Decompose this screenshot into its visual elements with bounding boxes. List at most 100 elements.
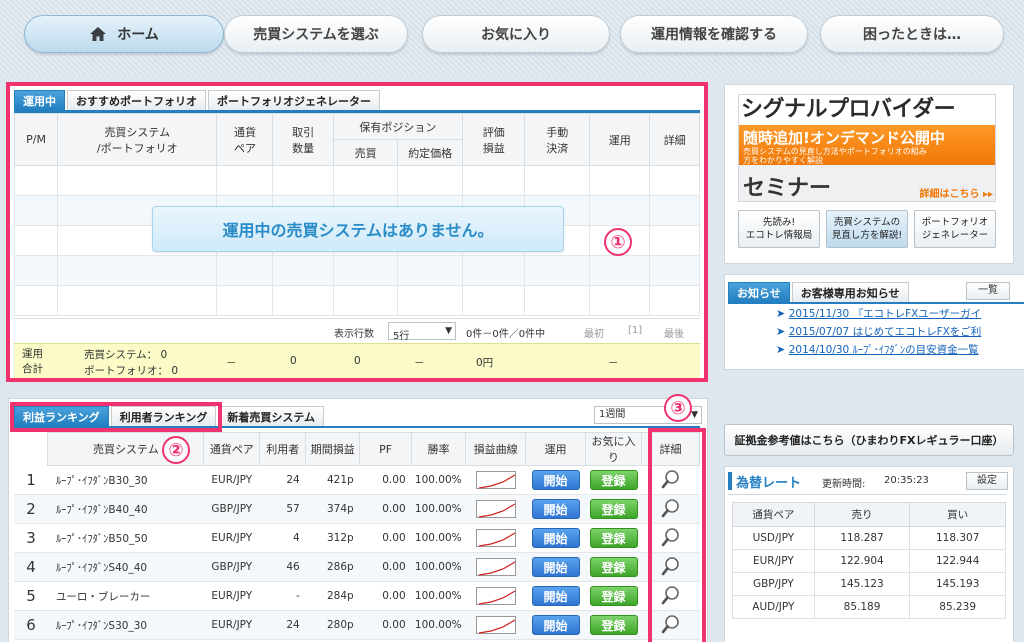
- profit-curve-thumbnail[interactable]: [475, 471, 516, 489]
- dropdown-arrow-icon: ▼: [691, 410, 698, 420]
- users-cell: 24: [259, 465, 306, 495]
- fx-buy: 118.307: [909, 526, 1006, 550]
- banner-sub1: 随時追加!オンデマンド公開中: [743, 129, 945, 147]
- operate-cell: 開始: [525, 465, 586, 495]
- winrate-cell: 100.00%: [411, 581, 466, 611]
- news-item[interactable]: ➤ 2015/07/07 はじめてエコトレFXをご利: [776, 324, 1024, 342]
- profit-curve-thumbnail[interactable]: [475, 558, 516, 576]
- magnifier-icon[interactable]: [661, 469, 681, 492]
- totals-label: 運用 合計: [22, 348, 43, 375]
- magnifier-icon[interactable]: [661, 614, 681, 637]
- tab-user-ranking[interactable]: 利用者ランキング: [110, 406, 217, 426]
- start-button[interactable]: 開始: [531, 557, 580, 577]
- magnifier-icon[interactable]: [661, 527, 681, 550]
- profit-curve-thumbnail[interactable]: [475, 500, 516, 518]
- favorite-cell: 登録: [585, 465, 642, 495]
- profit-curve-thumbnail[interactable]: [475, 587, 516, 605]
- register-favorite-button[interactable]: 登録: [589, 557, 638, 577]
- nav-info-label: 運用情報を確認する: [651, 27, 777, 43]
- magnifier-icon[interactable]: [661, 498, 681, 521]
- rank-col-win: 勝率: [411, 432, 467, 466]
- tab-notices[interactable]: お知らせ: [728, 282, 790, 302]
- start-button[interactable]: 開始: [531, 528, 580, 548]
- profit-curve-thumbnail[interactable]: [475, 616, 516, 634]
- system-name-link[interactable]: ﾙｰﾌﾟ･ｲﾌﾀﾞﾝB40_40: [47, 494, 204, 524]
- nav-help-button[interactable]: 困ったときは…: [820, 15, 1004, 53]
- register-favorite-button[interactable]: 登録: [589, 470, 638, 490]
- system-name-link[interactable]: ﾙｰﾌﾟ･ｲﾌﾀﾞﾝS40_40: [47, 552, 204, 582]
- tab-customer-notices[interactable]: お客様専用お知らせ: [791, 282, 909, 302]
- dropdown-arrow-icon: ▼: [445, 326, 452, 336]
- operate-cell: 開始: [525, 581, 586, 611]
- fx-settings-button[interactable]: 設定: [966, 472, 1008, 490]
- register-favorite-button[interactable]: 登録: [589, 499, 638, 519]
- totals-rest: －: [608, 357, 619, 369]
- operate-cell: 開始: [525, 552, 586, 582]
- news-item[interactable]: ➤ 2015/11/30 『エコトレFXユーザーガイ: [776, 306, 1024, 324]
- system-name-link[interactable]: ﾙｰﾌﾟ･ｲﾌﾀﾞﾝB30_30: [47, 465, 204, 495]
- pf-cell: 0.00: [359, 610, 412, 640]
- annotation-2: ②: [162, 436, 190, 464]
- arrow-right-icon: ➤: [776, 307, 789, 320]
- fx-row: USD/JPY 118.287 118.307: [732, 526, 1006, 550]
- users-cell: 46: [259, 552, 306, 582]
- review-guide-button[interactable]: 売買システムの 見直し方を解説!: [826, 210, 908, 248]
- start-button[interactable]: 開始: [531, 470, 580, 490]
- magnifier-icon[interactable]: [661, 585, 681, 608]
- tab-running[interactable]: 運用中: [14, 90, 65, 110]
- table-row: 4 ﾙｰﾌﾟ･ｲﾌﾀﾞﾝS40_40 GBP/JPY 46 286p 0.00 100.00…: [14, 552, 700, 582]
- curve-cell: [465, 465, 526, 495]
- ecotre-info-button[interactable]: 先読み! エコトレ情報局: [738, 210, 820, 248]
- result-count: 0件－0件／0件中: [466, 329, 546, 340]
- pair-cell: GBP/JPY: [203, 494, 260, 524]
- tab-recommended-portfolio[interactable]: おすすめポートフォリオ: [67, 90, 206, 110]
- col-operate: 運用: [589, 113, 651, 166]
- pager-first[interactable]: 最初: [584, 325, 604, 340]
- pager-last[interactable]: 最後: [664, 325, 684, 340]
- pf-cell: 0.00: [359, 465, 412, 495]
- totals-row: 運用 合計 売買システム： 0 ポートフォリオ： 0 － 0 0 － 0円 －: [14, 343, 700, 379]
- start-button[interactable]: 開始: [531, 499, 580, 519]
- magnifier-icon[interactable]: [661, 556, 681, 579]
- system-name-link[interactable]: ﾙｰﾌﾟ･ｲﾌﾀﾞﾝB50_50: [47, 523, 204, 553]
- col-pm: P/M: [13, 113, 59, 166]
- nav-choose-system-button[interactable]: 売買システムを選ぶ: [224, 15, 408, 53]
- pf-cell: 0.00: [359, 581, 412, 611]
- nav-favorites-button[interactable]: お気に入り: [422, 15, 610, 53]
- system-name-link[interactable]: ﾙｰﾌﾟ･ｲﾌﾀﾞﾝS30_30: [47, 610, 204, 640]
- portfolio-generator-button[interactable]: ポートフォリオ ジェネレーター: [914, 210, 996, 248]
- favorite-cell: 登録: [585, 552, 642, 582]
- ranking-rows: 1 ﾙｰﾌﾟ･ｲﾌﾀﾞﾝB30_30 EUR/JPY 24 421p 0.00 100.00…: [14, 465, 700, 640]
- pager-page[interactable]: [1]: [628, 325, 642, 336]
- winrate-cell: 100.00%: [411, 494, 466, 524]
- home-icon: [89, 26, 107, 42]
- pair-cell: EUR/JPY: [203, 465, 260, 495]
- seminar-banner[interactable]: シグナルプロバイダー 随時追加!オンデマンド公開中 売買システムの見直し方法やポ…: [738, 94, 996, 202]
- news-list-button[interactable]: 一覧: [966, 282, 1010, 300]
- pf-cell: 0.00: [359, 494, 412, 524]
- start-button[interactable]: 開始: [531, 615, 580, 635]
- banner-more-link[interactable]: 詳細はこちら ▸▸: [919, 185, 993, 200]
- news-list: ➤ 2015/11/30 『エコトレFXユーザーガイ ➤ 2015/07/07 …: [776, 306, 1024, 360]
- rows-select[interactable]: 5行 ▼: [388, 322, 456, 342]
- winrate-cell: 100.00%: [411, 523, 466, 553]
- news-item[interactable]: ➤ 2014/10/30 ﾙｰﾌﾟ･ｲﾌﾀﾞﾝの目安資金一覧: [776, 342, 1024, 360]
- margin-reference-button[interactable]: 証拠金参考値はこちら（ひまわりFXレギュラー口座）: [724, 424, 1014, 456]
- tab-portfolio-generator[interactable]: ポートフォリオジェネレーター: [208, 90, 380, 110]
- nav-home-button[interactable]: ホーム: [24, 15, 224, 53]
- profit-curve-thumbnail[interactable]: [475, 529, 516, 547]
- rank-number: 6: [14, 610, 48, 640]
- system-name-link[interactable]: ユーロ・ブレーカー: [47, 581, 204, 611]
- users-cell: 24: [259, 610, 306, 640]
- rank-number: 5: [14, 581, 48, 611]
- curve-cell: [465, 610, 526, 640]
- register-favorite-button[interactable]: 登録: [589, 615, 638, 635]
- register-favorite-button[interactable]: 登録: [589, 586, 638, 606]
- start-button[interactable]: 開始: [531, 586, 580, 606]
- register-favorite-button[interactable]: 登録: [589, 528, 638, 548]
- detail-cell: [641, 552, 700, 582]
- profit-cell: 374p: [305, 494, 360, 524]
- nav-info-button[interactable]: 運用情報を確認する: [620, 15, 808, 53]
- tab-new-systems[interactable]: 新着売買システム: [218, 406, 325, 426]
- tab-profit-ranking[interactable]: 利益ランキング: [14, 406, 109, 426]
